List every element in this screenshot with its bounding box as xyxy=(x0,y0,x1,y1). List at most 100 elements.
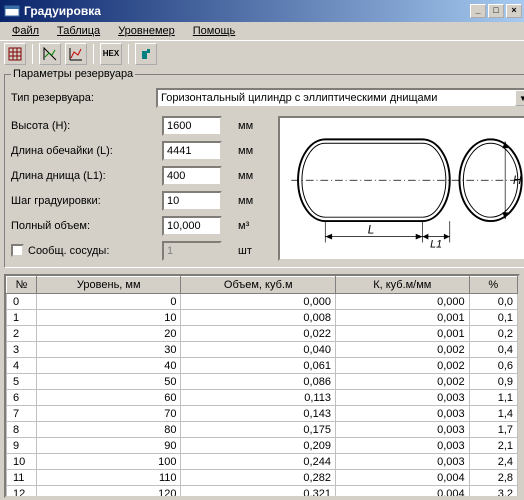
volume-unit: м³ xyxy=(238,220,268,232)
minimize-button[interactable]: _ xyxy=(470,4,486,18)
table-cell: 0,175 xyxy=(181,422,335,438)
table-cell: 0,244 xyxy=(181,454,335,470)
step-unit: мм xyxy=(238,195,268,207)
table-cell: 0,040 xyxy=(181,342,335,358)
table-cell: 0,002 xyxy=(335,358,469,374)
table-cell: 0,004 xyxy=(335,486,469,499)
table-cell: 0 xyxy=(37,294,181,310)
table-cell: 110 xyxy=(37,470,181,486)
chevron-down-icon[interactable]: ▼ xyxy=(515,90,524,106)
volume-label: Полный объем: xyxy=(11,220,156,232)
tool-hex-icon[interactable]: HEX xyxy=(100,43,122,65)
table-cell: 3 xyxy=(7,342,37,358)
table-row[interactable]: 7700,1430,0031,4 xyxy=(7,406,518,422)
tool-device-icon[interactable] xyxy=(135,43,157,65)
table-row[interactable]: 101000,2440,0032,4 xyxy=(7,454,518,470)
tool-fit-icon[interactable] xyxy=(65,43,87,65)
data-table: №Уровень, ммОбъем, куб.мК, куб.м/мм% 000… xyxy=(6,276,518,498)
table-cell: 10 xyxy=(7,454,37,470)
table-row[interactable]: 1100,0080,0010,1 xyxy=(7,310,518,326)
table-row[interactable]: 111100,2820,0042,8 xyxy=(7,470,518,486)
table-cell: 100 xyxy=(37,454,181,470)
table-cell: 60 xyxy=(37,390,181,406)
tool-grid-icon[interactable] xyxy=(4,43,26,65)
table-cell: 0,003 xyxy=(335,422,469,438)
connected-label: Сообщ. сосуды: xyxy=(28,245,109,257)
toolbar: HEX xyxy=(0,40,524,66)
table-cell: 0,002 xyxy=(335,342,469,358)
table-cell: 0,1 xyxy=(469,310,517,326)
table-cell: 0,003 xyxy=(335,390,469,406)
menubar: Файл Таблица Уровнемер Помощь xyxy=(0,22,524,40)
table-cell: 40 xyxy=(37,358,181,374)
tool-chart-icon[interactable] xyxy=(39,43,61,65)
table-row[interactable]: 000,0000,0000,0 xyxy=(7,294,518,310)
menu-file[interactable]: Файл xyxy=(4,24,47,40)
table-cell: 0,4 xyxy=(469,342,517,358)
menu-help[interactable]: Помощь xyxy=(185,24,244,40)
endcap-label: Длина днища (L1): xyxy=(11,170,156,182)
table-cell: 2 xyxy=(7,326,37,342)
params-fieldset: Параметры резервуара Тип резервуара: Гор… xyxy=(4,68,524,268)
table-cell: 0,282 xyxy=(181,470,335,486)
app-icon xyxy=(4,3,20,19)
table-cell: 0,001 xyxy=(335,326,469,342)
table-cell: 30 xyxy=(37,342,181,358)
col-header[interactable]: Объем, куб.м xyxy=(181,277,335,294)
table-row[interactable]: 8800,1750,0031,7 xyxy=(7,422,518,438)
table-cell: 90 xyxy=(37,438,181,454)
table-row[interactable]: 9900,2090,0032,1 xyxy=(7,438,518,454)
table-cell: 2,4 xyxy=(469,454,517,470)
barrel-input[interactable] xyxy=(162,141,222,161)
col-header[interactable]: % xyxy=(469,277,517,294)
table-cell: 0,0 xyxy=(469,294,517,310)
endcap-input[interactable] xyxy=(162,166,222,186)
params-legend: Параметры резервуара xyxy=(11,68,135,80)
connected-checkbox[interactable] xyxy=(11,244,24,257)
table-cell: 50 xyxy=(37,374,181,390)
table-cell: 0,2 xyxy=(469,326,517,342)
endcap-unit: мм xyxy=(238,170,268,182)
table-cell: 0,061 xyxy=(181,358,335,374)
table-cell: 0 xyxy=(7,294,37,310)
barrel-label: Длина обечайки (L): xyxy=(11,145,156,157)
menu-table[interactable]: Таблица xyxy=(49,24,108,40)
table-cell: 0,004 xyxy=(335,470,469,486)
type-label: Тип резервуара: xyxy=(11,92,156,104)
data-table-wrap[interactable]: №Уровень, ммОбъем, куб.мК, куб.м/мм% 000… xyxy=(4,274,520,498)
height-input[interactable] xyxy=(162,116,222,136)
tool-sep xyxy=(128,44,129,64)
table-cell: 8 xyxy=(7,422,37,438)
type-combo[interactable]: Горизонтальный цилиндр с эллиптическими … xyxy=(156,88,524,108)
window-title: Градуировка xyxy=(24,4,470,18)
table-cell: 7 xyxy=(7,406,37,422)
table-row[interactable]: 6600,1130,0031,1 xyxy=(7,390,518,406)
table-row[interactable]: 4400,0610,0020,6 xyxy=(7,358,518,374)
table-cell: 9 xyxy=(7,438,37,454)
table-cell: 0,086 xyxy=(181,374,335,390)
col-header[interactable]: К, куб.м/мм xyxy=(335,277,469,294)
menu-level[interactable]: Уровнемер xyxy=(110,24,183,40)
diagram-L: L xyxy=(368,224,374,237)
col-header[interactable]: Уровень, мм xyxy=(37,277,181,294)
table-cell: 0,022 xyxy=(181,326,335,342)
table-row[interactable]: 121200,3210,0043,2 xyxy=(7,486,518,499)
table-row[interactable]: 3300,0400,0020,4 xyxy=(7,342,518,358)
volume-input[interactable] xyxy=(162,216,222,236)
table-cell: 0,9 xyxy=(469,374,517,390)
table-cell: 0,000 xyxy=(335,294,469,310)
table-row[interactable]: 2200,0220,0010,2 xyxy=(7,326,518,342)
height-label: Высота (H): xyxy=(11,120,156,132)
table-cell: 12 xyxy=(7,486,37,499)
table-cell: 6 xyxy=(7,390,37,406)
maximize-button[interactable]: □ xyxy=(488,4,504,18)
table-cell: 0,001 xyxy=(335,310,469,326)
table-cell: 0,000 xyxy=(181,294,335,310)
col-header[interactable]: № xyxy=(7,277,37,294)
close-button[interactable]: × xyxy=(506,4,522,18)
table-cell: 5 xyxy=(7,374,37,390)
connected-unit: шт xyxy=(238,245,268,257)
table-row[interactable]: 5500,0860,0020,9 xyxy=(7,374,518,390)
step-input[interactable] xyxy=(162,191,222,211)
table-cell: 0,008 xyxy=(181,310,335,326)
